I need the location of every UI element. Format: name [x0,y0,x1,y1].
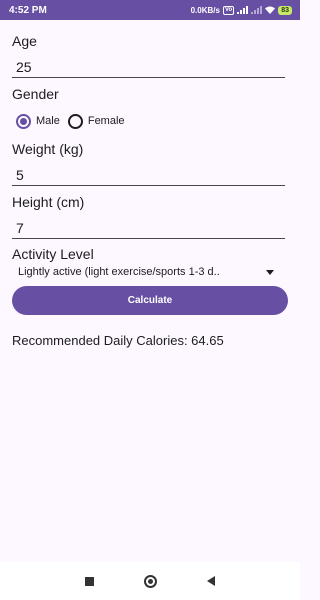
home-circle-icon[interactable] [144,574,157,588]
status-bar: 4:52 PM 0.0KB/s Vo 83 [0,0,300,20]
status-time: 4:52 PM [9,4,47,16]
age-label: Age [12,33,37,49]
age-underline [12,77,285,78]
result-text: Recommended Daily Calories: 64.65 [12,333,224,348]
network-speed: 0.0KB/s [190,5,220,15]
status-icons: 0.0KB/s Vo 83 [190,5,292,15]
battery-icon: 83 [278,5,292,15]
back-triangle-icon[interactable] [207,576,215,586]
weight-label: Weight (kg) [12,141,84,157]
male-radio[interactable] [16,113,31,129]
age-input[interactable]: 25 [16,59,32,75]
system-nav-bar [0,562,300,600]
weight-underline [12,185,285,186]
female-radio[interactable] [67,113,83,129]
chevron-down-icon[interactable] [266,269,274,275]
activity-dropdown[interactable]: Lightly active (light exercise/sports 1-… [18,264,280,280]
height-label: Height (cm) [12,194,85,210]
height-underline [12,238,285,239]
wifi-icon [265,6,276,14]
activity-label: Activity Level [12,246,94,262]
signal-secondary-icon [251,6,263,14]
calculate-button[interactable]: Calculate [12,286,288,315]
gender-radio-group: Male Female [16,112,133,130]
volte-badge: Vo [222,5,235,15]
activity-selected-value: Lightly active (light exercise/sports 1-… [18,266,220,278]
height-input[interactable]: 7 [16,220,24,236]
weight-input[interactable]: 5 [16,167,24,183]
gender-label: Gender [12,86,59,102]
recents-square-icon[interactable] [85,576,94,586]
female-radio-label[interactable]: Female [88,115,125,127]
male-radio-label[interactable]: Male [36,115,60,127]
signal-icon [237,6,249,14]
